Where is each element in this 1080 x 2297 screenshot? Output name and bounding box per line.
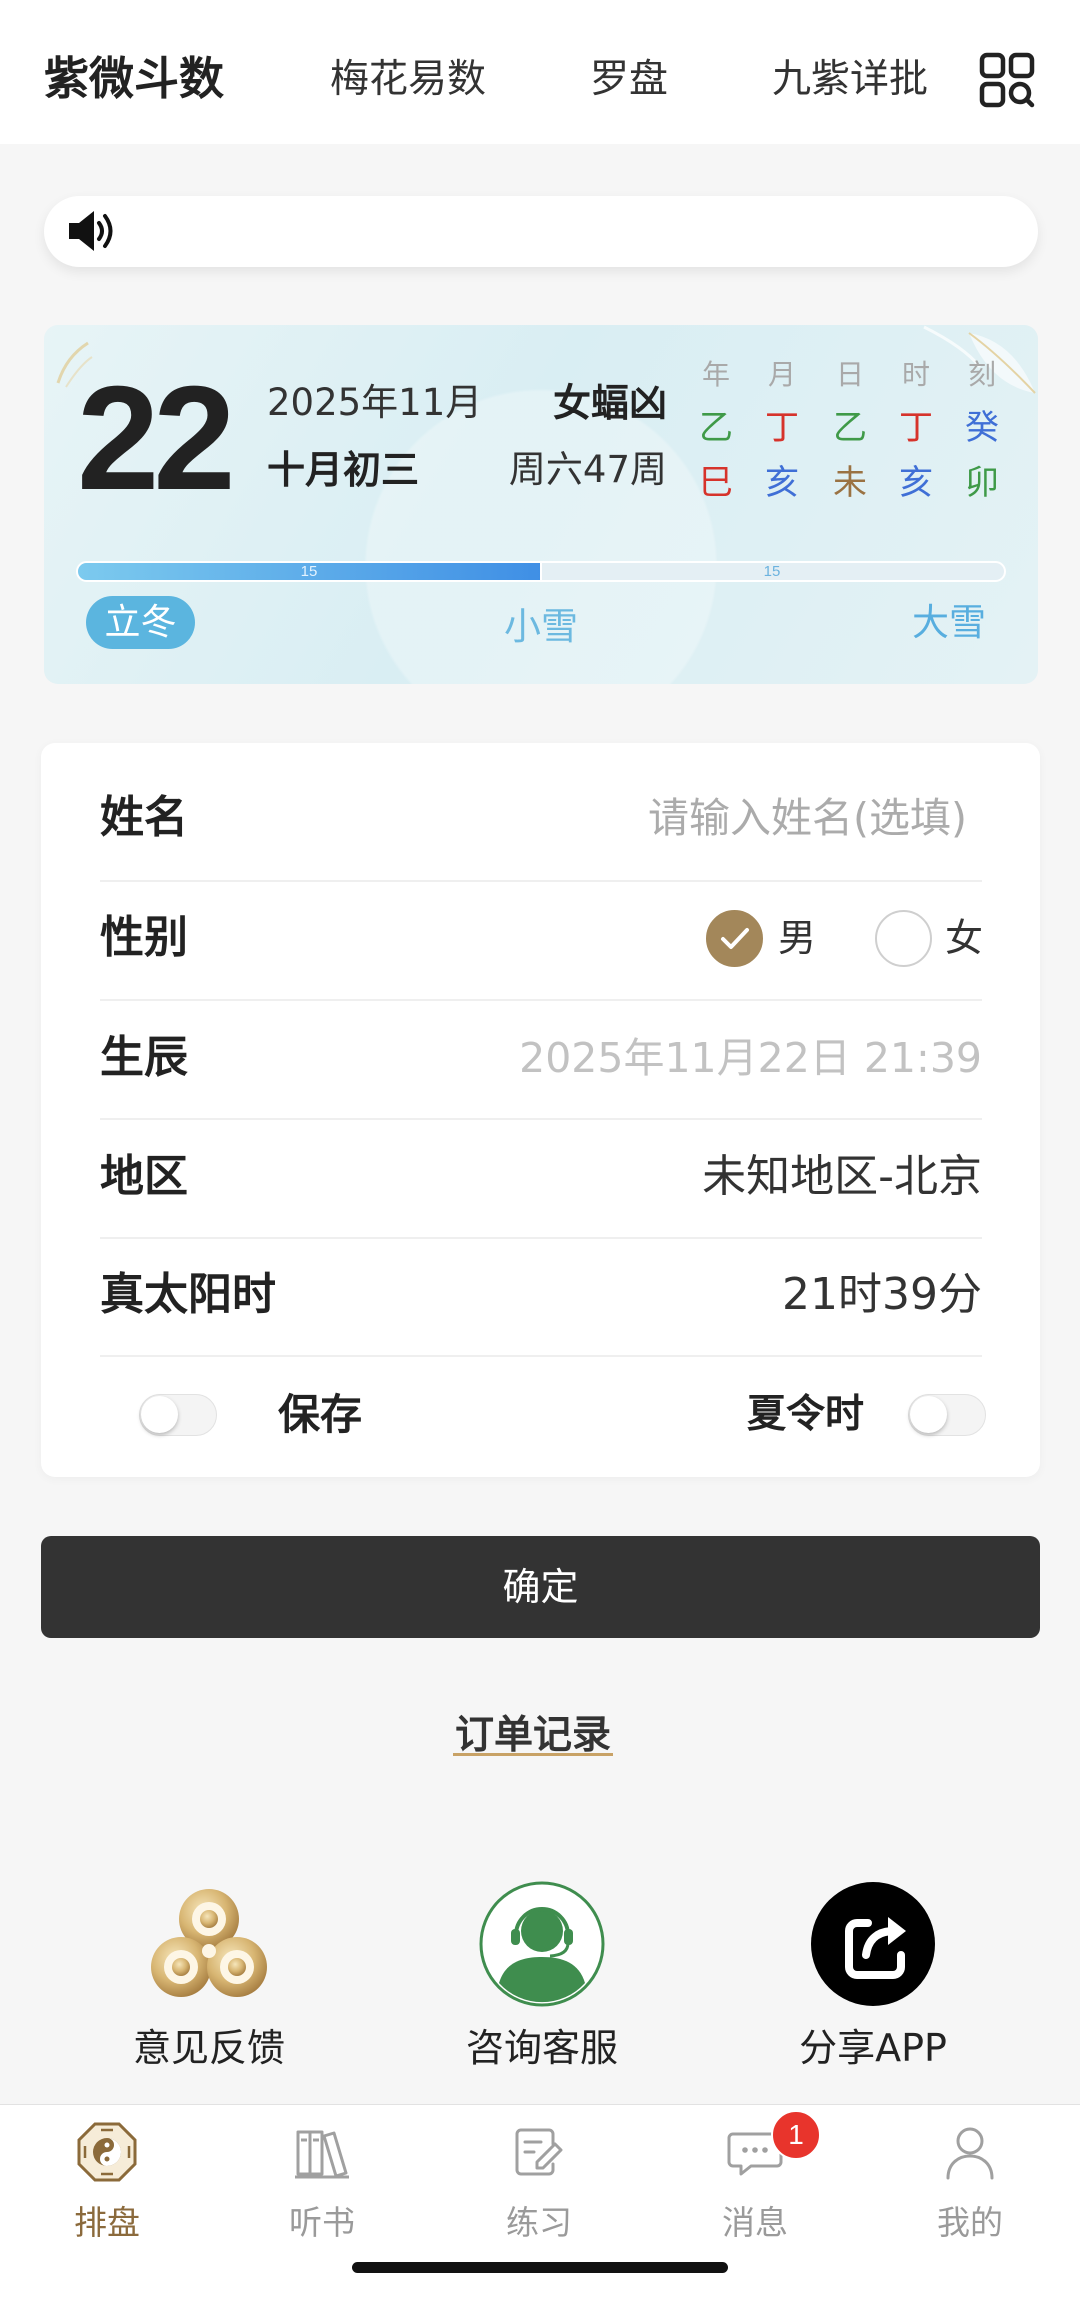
feedback-shortcut[interactable]: 意见反馈 — [89, 1881, 329, 2076]
tab-mine[interactable]: 我的 — [870, 2105, 1070, 2255]
speaker-icon — [69, 211, 113, 251]
pillar-header: 日 — [835, 358, 864, 391]
bagua-icon — [77, 2122, 137, 2182]
customer-service-shortcut[interactable]: 咨询客服 — [422, 1881, 662, 2076]
notice-bar[interactable] — [44, 196, 1038, 267]
tab-label: 消息 — [722, 2203, 788, 2242]
gender-label: 性别 — [100, 912, 188, 963]
pillar-header: 时 — [901, 358, 930, 391]
solar-month: 2025年11月 — [267, 381, 483, 424]
tab-label: 听书 — [289, 2203, 355, 2242]
pillar-header: 刻 — [967, 358, 996, 391]
progress-segment-label: 15 — [300, 563, 318, 580]
options-row: 保存 夏令时 — [41, 1355, 1040, 1475]
earthly-branch: 亥 — [765, 463, 799, 503]
share-app-shortcut[interactable]: 分享APP — [753, 1881, 993, 2076]
tab-label: 练习 — [506, 2203, 572, 2242]
save-label: 保存 — [278, 1390, 363, 1439]
name-input[interactable] — [527, 790, 967, 846]
heavenly-stem: 乙 — [699, 408, 733, 448]
daylight-saving-toggle[interactable] — [908, 1394, 986, 1436]
books-icon — [295, 2130, 349, 2179]
true-solar-time-label: 真太阳时 — [100, 1269, 276, 1320]
birth-time-row[interactable]: 生辰 2025年11月22日 21:39 — [41, 998, 1040, 1118]
grid-search-icon[interactable] — [979, 52, 1035, 108]
tab-audiobooks[interactable]: 听书 — [222, 2105, 422, 2255]
calendar-day: 22 — [77, 356, 236, 521]
gender-row: 性别 男 女 — [41, 878, 1040, 998]
tab-paipan[interactable]: 排盘 — [7, 2105, 207, 2255]
progress-segment-label: 15 — [763, 563, 781, 580]
name-row: 姓名 — [41, 758, 1040, 878]
heavenly-stem: 癸 — [965, 408, 999, 448]
confirm-button[interactable]: 确定 — [41, 1536, 1040, 1638]
nav-tab-jiuzi[interactable]: 九紫详批 — [772, 52, 928, 108]
previous-solar-term: 立冬 — [86, 596, 195, 649]
unread-badge: 1 — [771, 2110, 821, 2160]
next-solar-term: 大雪 — [912, 601, 986, 644]
toggle-knob — [141, 1396, 178, 1433]
pillar-month: 月 丁 亥 — [752, 325, 812, 525]
true-solar-time-value: 21时39分 — [782, 1269, 982, 1320]
calendar-card[interactable]: 22 2025年11月 十月初三 女蝠凶 周六47周 年 乙 巳 月 丁 亥 日… — [44, 325, 1038, 684]
gender-female-label[interactable]: 女 — [945, 910, 983, 967]
top-nav: 紫微斗数 梅花易数 罗盘 九紫详批 — [0, 0, 1080, 144]
check-icon — [721, 928, 749, 949]
gender-male-radio[interactable] — [706, 910, 763, 967]
nav-tab-ziwei[interactable]: 紫微斗数 — [44, 51, 224, 107]
earthly-branch: 卯 — [965, 463, 999, 503]
region-value[interactable]: 未知地区-北京 — [702, 1149, 982, 1205]
heavenly-stem: 乙 — [833, 408, 867, 448]
pillar-year: 年 乙 巳 — [686, 325, 746, 525]
tab-label: 排盘 — [74, 2203, 140, 2242]
region-row[interactable]: 地区 未知地区-北京 — [41, 1117, 1040, 1237]
pillar-hour: 时 丁 亥 — [886, 325, 946, 525]
heavenly-stem: 丁 — [765, 408, 799, 448]
share-icon — [811, 1882, 935, 2006]
user-icon — [946, 2127, 994, 2180]
name-label: 姓名 — [100, 792, 188, 843]
earthly-branch: 亥 — [899, 463, 933, 503]
heavenly-stem: 丁 — [899, 408, 933, 448]
gender-male-label[interactable]: 男 — [778, 910, 816, 967]
daylight-saving-label: 夏令时 — [747, 1392, 865, 1437]
save-toggle[interactable] — [139, 1394, 217, 1436]
customer-service-label: 咨询客服 — [465, 2026, 618, 2070]
link-underline — [453, 1753, 613, 1756]
pillar-quarter: 刻 癸 卯 — [952, 325, 1012, 525]
current-solar-term: 小雪 — [504, 605, 578, 648]
tab-label: 我的 — [937, 2203, 1003, 2242]
progress-divider — [540, 563, 542, 580]
home-indicator[interactable] — [352, 2262, 728, 2273]
feedback-logo-icon — [151, 1889, 267, 1997]
birth-info-form: 姓名 性别 男 女 生辰 2025年11月22日 21:39 地区 未知地区-北… — [41, 743, 1040, 1477]
customer-service-icon — [479, 1881, 605, 2007]
lunar-date: 十月初三 — [267, 448, 420, 492]
pillar-day: 日 乙 未 — [820, 325, 880, 525]
earthly-branch: 巳 — [699, 463, 733, 503]
feedback-label: 意见反馈 — [132, 2026, 285, 2070]
birth-time-value[interactable]: 2025年11月22日 21:39 — [519, 1030, 982, 1086]
pillar-header: 月 — [767, 358, 796, 391]
toggle-knob — [910, 1396, 947, 1433]
gender-female-radio[interactable] — [875, 910, 932, 967]
tab-messages[interactable]: 1 消息 — [655, 2105, 855, 2255]
day-omen: 女蝠凶 — [552, 381, 667, 425]
region-label: 地区 — [100, 1151, 188, 1202]
solar-term-progress: 15 15 — [76, 561, 1006, 582]
nav-tab-compass[interactable]: 罗盘 — [590, 52, 668, 108]
earthly-branch: 未 — [833, 463, 867, 503]
birth-time-label: 生辰 — [100, 1032, 188, 1083]
weekday-week: 周六47周 — [508, 448, 667, 491]
nav-tab-meihua[interactable]: 梅花易数 — [330, 52, 486, 108]
share-app-label: 分享APP — [799, 2026, 947, 2070]
pillar-header: 年 — [701, 358, 730, 391]
exercise-icon — [515, 2128, 563, 2176]
true-solar-time-row: 真太阳时 21时39分 — [41, 1235, 1040, 1355]
tab-practice[interactable]: 练习 — [439, 2105, 639, 2255]
